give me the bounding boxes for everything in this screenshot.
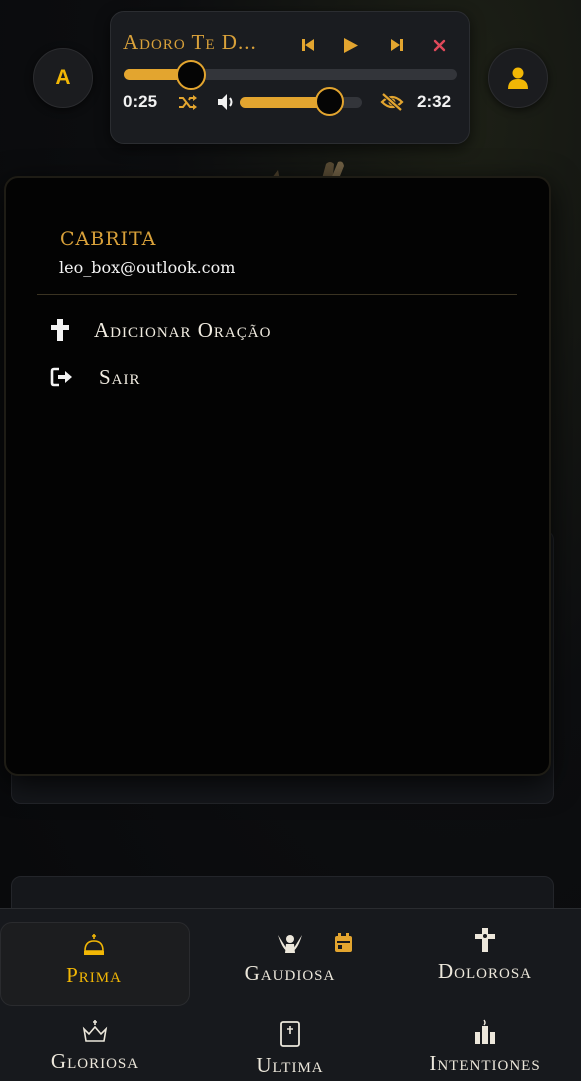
avatar-letter: A bbox=[55, 66, 71, 89]
nav-ultima[interactable]: Ultima bbox=[244, 1021, 336, 1078]
nav-dolorosa[interactable]: Dolorosa bbox=[420, 927, 550, 984]
nav-gloriosa[interactable]: Gloriosa bbox=[36, 1019, 154, 1074]
sign-out-menu-item[interactable]: Sair bbox=[50, 362, 141, 392]
track-title: Adoro Te D... bbox=[123, 30, 257, 54]
nav-prima[interactable]: Prima bbox=[44, 933, 144, 988]
calendar-icon[interactable] bbox=[334, 933, 353, 953]
avatar-button[interactable]: A bbox=[33, 48, 93, 108]
menu-divider bbox=[37, 294, 517, 295]
cross-icon bbox=[51, 319, 69, 341]
nav-prima-label: Prima bbox=[66, 963, 122, 987]
nav-gaudiosa[interactable]: Gaudiosa bbox=[229, 931, 351, 986]
add-prayer-label: Adicionar Oração bbox=[94, 317, 272, 342]
next-track-button[interactable] bbox=[386, 34, 408, 56]
skip-forward-icon bbox=[391, 39, 403, 51]
candles-icon bbox=[475, 1019, 495, 1044]
close-icon bbox=[433, 39, 445, 51]
user-icon bbox=[508, 67, 528, 89]
angel-icon bbox=[278, 935, 302, 953]
play-icon bbox=[344, 37, 358, 53]
nav-intentiones-label: Intentiones bbox=[429, 1051, 541, 1075]
user-email: leo_box@outlook.com bbox=[59, 258, 236, 277]
crown-cross-icon bbox=[82, 1020, 108, 1042]
add-prayer-menu-item[interactable]: Adicionar Oração bbox=[50, 315, 271, 345]
total-duration: 2:32 bbox=[417, 92, 452, 111]
sign-out-label: Sair bbox=[99, 364, 141, 389]
nav-gloriosa-label: Gloriosa bbox=[50, 1049, 140, 1073]
volume-handle[interactable] bbox=[315, 87, 345, 116]
progress-bar[interactable] bbox=[124, 69, 457, 80]
music-player: Adoro Te D... 0:25 2:32 bbox=[110, 11, 470, 144]
hide-eye-icon[interactable] bbox=[380, 92, 404, 112]
crown-icon bbox=[84, 934, 104, 955]
close-player-button[interactable] bbox=[428, 34, 450, 56]
user-profile-button[interactable] bbox=[488, 48, 548, 108]
progress-handle[interactable] bbox=[175, 60, 206, 90]
user-name: CABRITA bbox=[60, 228, 157, 250]
skip-back-icon bbox=[302, 39, 314, 51]
user-dropdown-menu: CABRITA leo_box@outlook.com Adicionar Or… bbox=[4, 176, 551, 776]
nav-intentiones[interactable]: Intentiones bbox=[410, 1019, 560, 1076]
elapsed-time: 0:25 bbox=[123, 92, 158, 111]
nav-dolorosa-label: Dolorosa bbox=[437, 959, 532, 983]
bottom-navigation: Prima Gaudiosa Dolorosa Gloriosa Ultima … bbox=[0, 908, 581, 1081]
sign-out-icon bbox=[50, 367, 72, 387]
volume-icon[interactable] bbox=[217, 93, 237, 111]
crucifix-icon bbox=[475, 928, 495, 952]
play-button[interactable] bbox=[340, 34, 362, 56]
shuffle-icon[interactable] bbox=[178, 94, 198, 111]
bible-icon bbox=[280, 1021, 300, 1047]
previous-track-button[interactable] bbox=[297, 34, 319, 56]
nav-gaudiosa-label: Gaudiosa bbox=[244, 961, 336, 985]
nav-ultima-label: Ultima bbox=[256, 1053, 324, 1077]
